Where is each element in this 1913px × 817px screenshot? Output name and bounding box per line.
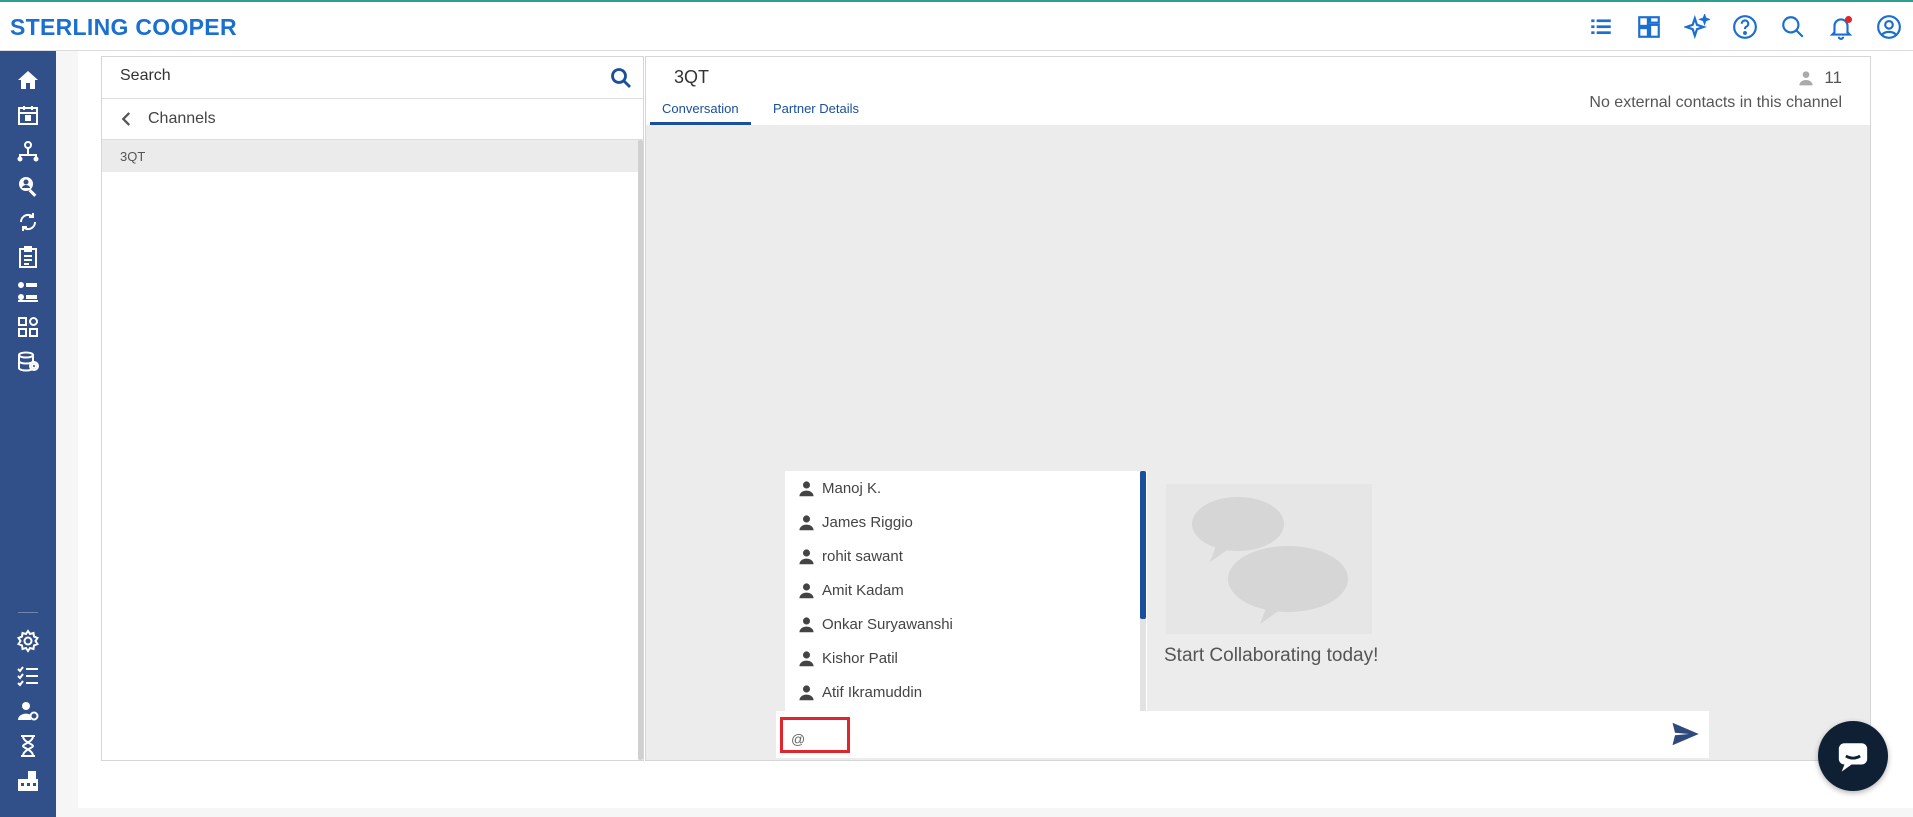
mention-option[interactable]: Manoj K. [785,471,1140,505]
calendar-icon[interactable] [14,101,42,129]
channel-name: 3QT [120,149,146,164]
home-icon[interactable] [14,66,42,94]
top-bar: STERLING COOPER [0,0,1913,51]
user-icon [799,650,814,666]
notification-dot [1845,16,1852,23]
user-icon [799,480,814,496]
sparkle-ai-icon[interactable] [1673,2,1721,51]
checklist-icon[interactable] [14,662,42,690]
chevron-left-icon[interactable] [118,110,136,128]
channels-panel: Search Channels 3QT [101,56,644,761]
member-count-value: 11 [1824,68,1842,87]
list-icon[interactable] [1577,2,1625,51]
mention-scrollbar-thumb[interactable] [1140,471,1146,619]
search-profile-icon[interactable] [14,172,42,200]
user-profile-icon[interactable] [1865,2,1913,51]
rail-divider [18,612,38,613]
mention-name: Onkar Suryawanshi [822,615,953,633]
search-icon[interactable] [609,66,633,90]
send-icon[interactable] [1670,719,1700,749]
message-composer [776,711,1709,758]
apps-icon[interactable] [14,313,42,341]
mention-option[interactable]: Amit Kadam [785,573,1140,607]
tab-partner-details[interactable]: Partner Details [761,101,871,125]
top-toolbar [1577,2,1913,51]
channel-item[interactable]: 3QT [102,140,639,172]
channel-title: 3QT [674,67,710,87]
clipboard-icon[interactable] [14,243,42,271]
database-icon[interactable] [14,348,42,376]
user-icon [799,514,814,530]
mention-name: Atif Ikramuddin [822,683,923,701]
external-contacts-note: No external contacts in this channel [1589,94,1842,111]
tab-conversation[interactable]: Conversation [650,101,751,125]
channels-title: Channels [148,110,216,127]
chat-icon [1838,743,1868,772]
user-settings-icon[interactable] [14,697,42,725]
mention-name: Manoj K. [822,479,882,497]
mention-name: Amit Kadam [822,581,904,599]
message-input[interactable] [780,717,850,753]
mention-option[interactable]: James Riggio [785,505,1140,539]
user-icon [799,684,814,700]
channel-search[interactable]: Search [102,57,643,99]
conversation-header: 3QT Conversation Partner Details 11 No e… [646,57,1870,125]
mention-option[interactable]: Atif Ikramuddin [785,675,1140,709]
hierarchy-icon[interactable] [14,278,42,306]
mention-option[interactable]: rohit sawant [785,539,1140,573]
channels-header: Channels [102,99,643,140]
member-count[interactable]: 11 [1798,68,1842,88]
search-label[interactable]: Search [120,67,171,85]
search-icon[interactable] [1769,2,1817,51]
notification-bell-icon[interactable] [1817,2,1865,51]
mention-option[interactable]: Onkar Suryawanshi [785,607,1140,641]
person-icon [1799,71,1814,86]
mention-name: James Riggio [822,513,913,531]
user-icon [799,616,814,632]
org-chart-icon[interactable] [14,137,42,165]
mention-dropdown: Manoj K. James Riggio rohit sawant Amit … [785,471,1147,711]
hourglass-icon[interactable] [14,732,42,760]
sync-icon[interactable] [14,208,42,236]
brand-logo[interactable]: STERLING COOPER [10,14,237,41]
chat-support-button[interactable] [1818,721,1888,791]
mention-name: rohit sawant [822,547,903,565]
help-icon[interactable] [1721,2,1769,51]
channels-scrollbar[interactable] [638,140,643,760]
chat-bubbles-illustration [1166,484,1372,634]
mention-option[interactable]: Kishor Patil [785,641,1140,675]
building-icon[interactable] [14,767,42,795]
user-icon [799,548,814,564]
dashboard-grid-icon[interactable] [1625,2,1673,51]
user-icon [799,582,814,598]
settings-icon[interactable] [14,627,42,655]
empty-state-text: Start Collaborating today! [1164,645,1379,666]
mention-name: Kishor Patil [822,649,898,667]
left-navigation-rail [0,51,56,817]
